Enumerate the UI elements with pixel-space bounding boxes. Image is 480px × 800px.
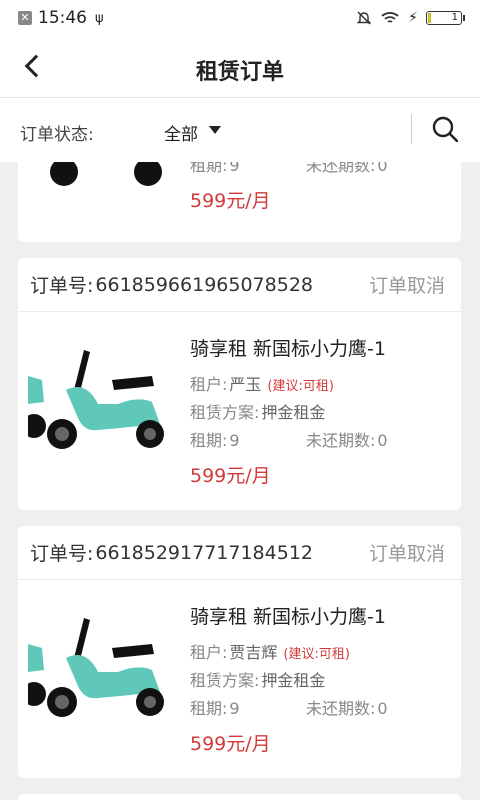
- remaining-value: 0: [377, 699, 388, 718]
- period-label: 租期:: [190, 162, 228, 175]
- mute-icon: [356, 11, 372, 25]
- charging-icon: ⚡: [408, 10, 418, 26]
- order-header: 订单号: 661859661965078528 订单取消: [18, 258, 461, 312]
- nav-bar: 租赁订单: [0, 36, 480, 98]
- divider: [411, 114, 412, 144]
- period-value: 9: [229, 431, 240, 450]
- price: 599元/月: [190, 733, 271, 755]
- plan-value: 押金租金: [261, 403, 326, 422]
- tenant-name: 严玉: [229, 375, 262, 394]
- status-icons: ⚡ 1: [356, 10, 465, 26]
- order-status: 订单取消: [368, 275, 445, 297]
- search-icon[interactable]: [432, 116, 458, 142]
- suggestion-tag: (建议:可租): [283, 647, 350, 662]
- price: 599元/月: [190, 190, 271, 212]
- order-card[interactable]: 租期: 9 未还期数: 0 599元/月: [18, 162, 461, 242]
- tenant-name: 贾吉辉: [229, 643, 278, 662]
- order-list[interactable]: 租期: 9 未还期数: 0 599元/月 订单号: 66185966196507852…: [0, 162, 480, 800]
- tenant-label: 租户:: [190, 643, 228, 662]
- order-number: 661859661965078528: [95, 273, 313, 296]
- wifi-icon: [381, 12, 399, 23]
- order-number-label: 订单号:: [30, 275, 94, 297]
- scooter-image: [28, 350, 164, 449]
- order-number-label: 订单号:: [30, 543, 94, 565]
- notification-close-icon: ✕: [18, 11, 32, 25]
- remaining-value: 0: [377, 162, 388, 175]
- dropdown-caret-icon[interactable]: [209, 126, 221, 134]
- order-number: 661852917717184512: [95, 541, 313, 564]
- usb-icon: ψ: [95, 10, 104, 26]
- remaining-value: 0: [377, 431, 388, 450]
- order-card[interactable]: 订单号: 661859661965078528 订单取消 骑享租 新国标小力鹰-…: [18, 258, 461, 510]
- status-time: 15:46: [38, 8, 87, 28]
- scooter-image: [28, 618, 164, 717]
- period-value: 9: [229, 699, 240, 718]
- suggestion-tag: (建议:可租): [267, 379, 334, 394]
- period-label: 租期:: [190, 699, 228, 718]
- remaining-label: 未还期数:: [306, 431, 376, 450]
- plan-label: 租赁方案:: [190, 403, 260, 422]
- plan-value: 押金租金: [261, 671, 326, 690]
- tenant-label: 租户:: [190, 375, 228, 394]
- status-bar: ✕ 15:46 ψ ⚡ 1: [0, 0, 480, 36]
- price: 599元/月: [190, 465, 271, 487]
- order-status-label: 订单状态:: [20, 125, 94, 145]
- product-name: 骑享租 新国标小力鹰-1: [190, 338, 386, 360]
- order-card[interactable]: [18, 794, 461, 800]
- order-header: 订单号: 661852917717184512 订单取消: [18, 526, 461, 580]
- product-name: 骑享租 新国标小力鹰-1: [190, 606, 386, 628]
- order-card[interactable]: 订单号: 661852917717184512 订单取消 骑享租 新国标小力鹰-…: [18, 526, 461, 778]
- remaining-label: 未还期数:: [306, 162, 376, 175]
- page-title: 租赁订单: [195, 60, 284, 85]
- period-label: 租期:: [190, 431, 228, 450]
- filter-bar: 订单状态: 全部: [0, 98, 480, 162]
- order-status: 订单取消: [368, 543, 445, 565]
- order-status-dropdown[interactable]: 全部: [164, 120, 198, 145]
- battery-icon: 1: [426, 11, 465, 25]
- plan-label: 租赁方案:: [190, 671, 260, 690]
- battery-level: 1: [451, 12, 458, 23]
- scooter-image: [50, 162, 162, 186]
- remaining-label: 未还期数:: [306, 699, 376, 718]
- period-value: 9: [229, 162, 240, 175]
